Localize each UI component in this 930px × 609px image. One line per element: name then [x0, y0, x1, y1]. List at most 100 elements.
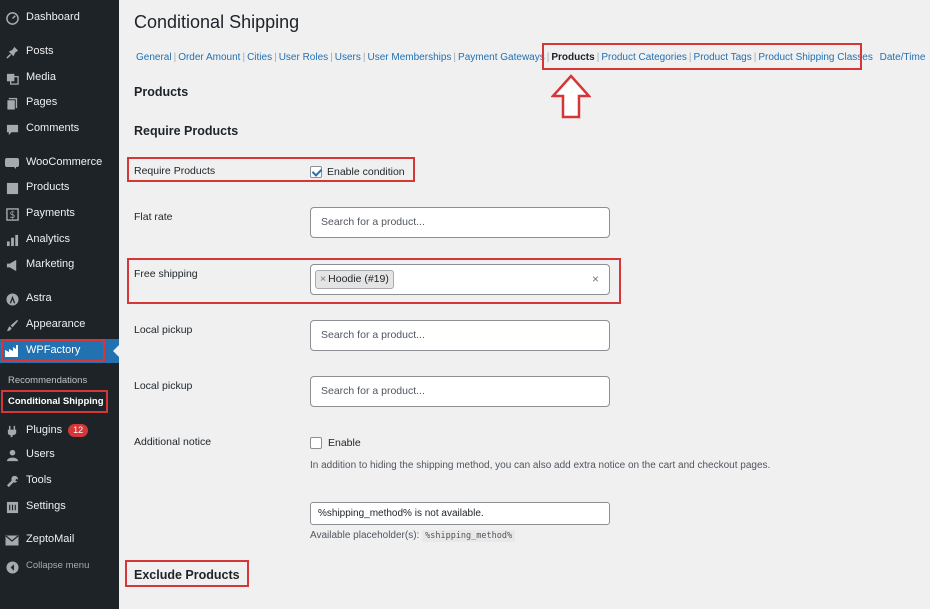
sidebar-item-wpfactory[interactable]: WPFactory	[0, 339, 119, 363]
enable-condition-label: Enable condition	[327, 166, 405, 178]
subnav-user-memberships[interactable]: User Memberships	[368, 52, 452, 63]
sidebar-item-payments[interactable]: $ Payments	[0, 202, 119, 226]
sidebar-item-users[interactable]: Users	[0, 443, 119, 467]
enable-notice-label: Enable	[328, 437, 361, 449]
local-pickup-product-search-2[interactable]: Search for a product...	[310, 376, 610, 407]
local-pickup-label: Local pickup	[134, 324, 193, 336]
sidebar-item-label: Analytics	[26, 233, 71, 245]
mail-icon	[5, 533, 19, 547]
sidebar-item-media[interactable]: Media	[0, 66, 119, 90]
sidebar-item-settings[interactable]: Settings	[0, 495, 119, 519]
notice-text-input[interactable]: %shipping_method% is not available.	[310, 502, 610, 525]
subnav-separator: |	[362, 52, 366, 63]
sidebar-item-label: Pages	[26, 96, 58, 108]
search-placeholder: Search for a product...	[321, 329, 425, 341]
sidebar-item-pages[interactable]: Pages	[0, 91, 119, 115]
subnav-product-shipping-classes[interactable]: Product Shipping Classes	[758, 52, 873, 63]
collapse-menu-button[interactable]: Collapse menu	[0, 555, 119, 579]
sidebar-item-label: Dashboard	[26, 11, 80, 23]
subnav-cities[interactable]: Cities	[247, 52, 272, 63]
sidebar-item-label: Settings	[26, 500, 66, 512]
settings-icon	[5, 500, 19, 514]
subnav-general[interactable]: General	[136, 52, 172, 63]
subnav-separator: |	[688, 52, 692, 63]
require-products-label: Require Products	[134, 165, 216, 177]
dollar-icon: $	[5, 207, 19, 221]
enable-condition-checkbox[interactable]	[310, 166, 322, 178]
notice-description: In addition to hiding the shipping metho…	[310, 460, 771, 471]
subnav: General | Order Amount | Cities | User Roles | U…	[136, 52, 925, 63]
sidebar-item-astra[interactable]: Astra	[0, 287, 119, 311]
free-shipping-label: Free shipping	[134, 268, 198, 280]
woo-icon	[5, 156, 19, 170]
sidebar-item-label: Products	[26, 181, 70, 193]
placeholders-help: Available placeholder(s): %shipping_meth…	[310, 530, 516, 542]
sidebar-item-label: Marketing	[26, 258, 75, 270]
sidebar-item-label: ZeptoMail	[26, 533, 75, 545]
sidebar-item-tools[interactable]: Tools	[0, 469, 119, 493]
sidebar-item-label: Appearance	[26, 318, 86, 330]
wpfactory-icon	[5, 344, 19, 358]
subnav-separator: |	[453, 52, 457, 63]
free-shipping-product-select[interactable]: × Hoodie (#19) ×	[310, 264, 610, 295]
dashboard-icon	[5, 11, 19, 25]
sidebar-item-comments[interactable]: Comments	[0, 117, 119, 141]
subnav-date-time[interactable]: Date/Time	[880, 52, 926, 63]
subnav-separator: |	[242, 52, 246, 63]
placeholder-code: %shipping_method%	[422, 530, 516, 542]
flat-rate-product-search[interactable]: Search for a product...	[310, 207, 610, 238]
selected-product-token: × Hoodie (#19)	[315, 270, 394, 289]
subnav-separator: |	[596, 52, 600, 63]
enable-notice-checkbox[interactable]	[310, 437, 322, 449]
sidebar-item-products[interactable]: Products	[0, 176, 119, 200]
flat-rate-label: Flat rate	[134, 211, 173, 223]
collapse-icon	[5, 560, 19, 574]
section-heading-products: Products	[134, 85, 189, 99]
sidebar-item-plugins[interactable]: Plugins 12	[0, 419, 119, 443]
user-icon	[5, 448, 19, 462]
sidebar-item-zeptomail[interactable]: ZeptoMail	[0, 528, 119, 552]
sidebar-item-label: Comments	[26, 122, 80, 134]
subnav-product-tags[interactable]: Product Tags	[694, 52, 752, 63]
local-pickup-product-search[interactable]: Search for a product...	[310, 320, 610, 351]
media-icon	[5, 71, 19, 85]
plugins-label: Plugins	[26, 424, 63, 436]
submenu-item-conditional-shipping[interactable]: Conditional Shipping	[8, 396, 104, 407]
subnav-product-categories[interactable]: Product Categories	[601, 52, 687, 63]
sidebar-item-label: WooCommerce	[26, 156, 103, 168]
main-content: Conditional Shipping General | Order Amoun…	[119, 0, 930, 609]
sidebar-item-label: Payments	[26, 207, 75, 219]
sidebar-item-posts[interactable]: Posts	[0, 40, 119, 64]
remove-token-icon[interactable]: ×	[320, 273, 326, 285]
sidebar-item-marketing[interactable]: Marketing	[0, 253, 119, 277]
subnav-users[interactable]: Users	[335, 52, 361, 63]
sidebar-item-label: Users	[26, 448, 55, 460]
admin-sidebar: Dashboard Posts Media Pages Comments Woo…	[0, 0, 119, 609]
subnav-payment-gateways[interactable]: Payment Gateways	[458, 52, 545, 63]
sidebar-item-woocommerce[interactable]: WooCommerce	[0, 151, 119, 175]
subnav-separator	[875, 52, 878, 63]
sidebar-item-label: Tools	[26, 474, 52, 486]
selected-product-label: Hoodie (#19)	[328, 273, 389, 285]
subnav-order-amount[interactable]: Order Amount	[178, 52, 240, 63]
archive-icon	[5, 181, 19, 195]
clear-selection-icon[interactable]: ×	[592, 272, 599, 286]
sidebar-item-label: WPFactory	[26, 344, 81, 356]
section-heading-exclude-products: Exclude Products	[134, 568, 240, 582]
subnav-separator: |	[274, 52, 277, 63]
sidebar-item-label: Media	[26, 71, 56, 83]
wrench-icon	[5, 474, 19, 488]
local-pickup-label: Local pickup	[134, 380, 193, 392]
sidebar-item-label: Posts	[26, 45, 54, 57]
subnav-products[interactable]: Products	[551, 52, 594, 63]
submenu-item-recommendations[interactable]: Recommendations	[8, 375, 87, 386]
subnav-user-roles[interactable]: User Roles	[279, 52, 328, 63]
subnav-separator: |	[546, 52, 550, 63]
search-placeholder: Search for a product...	[321, 385, 425, 397]
sidebar-item-analytics[interactable]: Analytics	[0, 228, 119, 252]
sidebar-item-label: Astra	[26, 292, 52, 304]
sidebar-item-dashboard[interactable]: Dashboard	[0, 6, 119, 30]
search-placeholder: Search for a product...	[321, 216, 425, 228]
sidebar-item-appearance[interactable]: Appearance	[0, 313, 119, 337]
subnav-separator: |	[753, 52, 757, 63]
